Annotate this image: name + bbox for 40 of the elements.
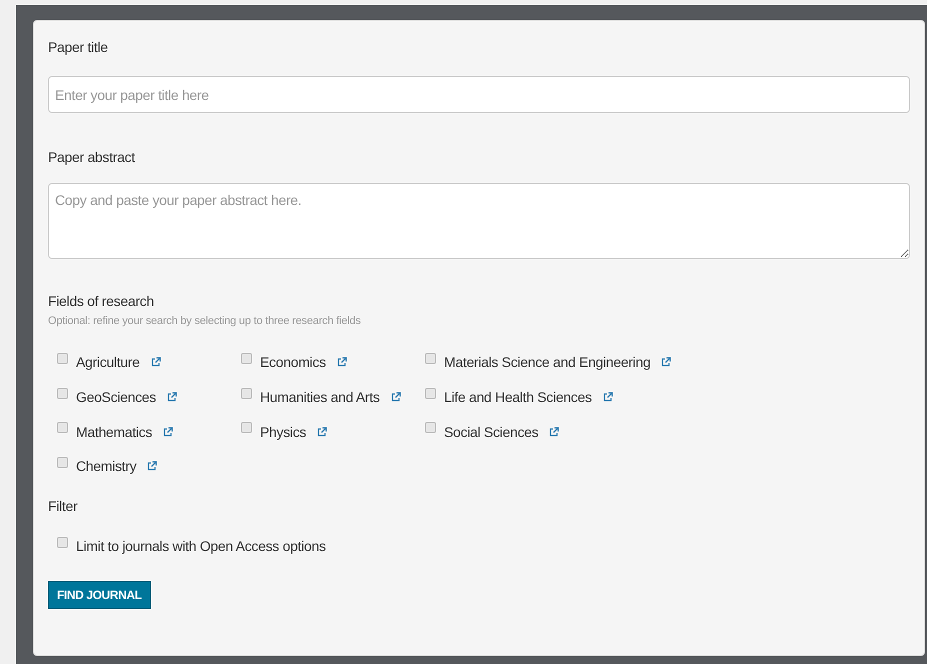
hint-text: Optional: refine your search by selecting up to three research fields (48, 315, 362, 327)
checkbox-label: Physics (260, 424, 306, 440)
external-link-icon[interactable] (336, 357, 347, 368)
checkbox[interactable] (241, 422, 252, 434)
checkbox[interactable] (57, 536, 68, 548)
external-link-icon[interactable] (602, 392, 613, 402)
checkbox-label: Mathematics (76, 424, 152, 440)
checkbox[interactable] (57, 352, 68, 364)
checkbox[interactable] (241, 388, 252, 399)
checkbox[interactable] (57, 422, 68, 434)
checkbox-label: Economics (260, 354, 326, 370)
checkbox-label: Humanities and Arts (260, 389, 380, 406)
checkbox[interactable] (425, 352, 436, 364)
external-link-icon[interactable] (163, 426, 174, 437)
external-link-icon[interactable] (147, 461, 158, 472)
checkbox[interactable] (425, 422, 436, 434)
section-heading: Fields of research (48, 292, 155, 311)
external-link-icon[interactable] (661, 357, 672, 368)
checkbox-label: Agriculture (76, 354, 140, 370)
find-journal-button[interactable]: FIND JOURNAL (48, 581, 151, 610)
checkbox-label: GeoSciences (76, 389, 156, 406)
external-link-icon[interactable] (549, 426, 560, 437)
external-link-icon[interactable] (317, 426, 328, 437)
checkbox-label: Social Sciences (444, 424, 538, 440)
title-input[interactable]: Enter your paper title here (48, 76, 910, 113)
checkbox[interactable] (241, 352, 252, 364)
external-link-icon[interactable] (166, 392, 177, 402)
field-label: Paper title (48, 38, 109, 57)
field-label: Paper abstract (48, 148, 136, 167)
checkbox-label: Life and Health Sciences (444, 389, 592, 406)
checkbox[interactable] (425, 388, 436, 399)
checkbox-label: Chemistry (76, 458, 136, 474)
checkbox-label: Materials Science and Engineering (444, 354, 650, 370)
section-heading: Filter (48, 496, 78, 516)
checkbox[interactable] (57, 456, 68, 468)
external-link-icon[interactable] (150, 357, 161, 368)
external-link-icon[interactable] (390, 392, 401, 402)
abstract-textarea[interactable]: Copy and paste your paper abstract here. (48, 183, 910, 259)
checkbox-label: Limit to journals with Open Access options (76, 538, 326, 554)
checkbox[interactable] (57, 388, 68, 399)
